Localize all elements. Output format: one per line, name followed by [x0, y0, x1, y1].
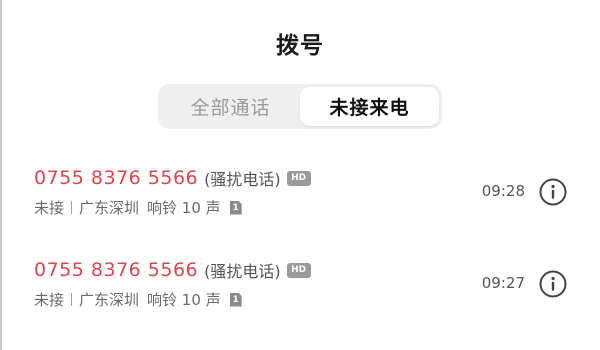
- tab-missed-calls[interactable]: 未接来电: [300, 87, 439, 126]
- hd-badge: HD: [286, 170, 311, 186]
- phone-number: 0755 8376 5566: [34, 167, 199, 189]
- page-title: 拨号: [276, 33, 324, 59]
- spam-tag: (骚扰电话): [204, 262, 281, 281]
- ring-count: 响铃 10 声: [147, 291, 221, 309]
- call-status: 未接: [34, 291, 65, 309]
- phone-number: 0755 8376 5566: [34, 259, 199, 281]
- sim-card-icon: 1: [229, 292, 242, 307]
- call-number-line: 0755 8376 5566 (骚扰电话) HD: [34, 166, 311, 190]
- call-number-line: 0755 8376 5566 (骚扰电话) HD: [34, 258, 311, 282]
- ring-count: 响铃 10 声: [147, 199, 221, 217]
- call-time: 09:28: [481, 182, 525, 200]
- info-circle-icon[interactable]: [538, 269, 568, 299]
- sim-card-icon: 1: [229, 200, 242, 215]
- spam-tag: (骚扰电话): [204, 170, 281, 189]
- call-filter-tabs: 全部通话 未接来电: [158, 84, 442, 129]
- separator: [71, 201, 73, 214]
- tab-all-calls[interactable]: 全部通话: [161, 87, 300, 126]
- call-time: 09:27: [481, 274, 525, 292]
- separator: [71, 293, 73, 306]
- call-detail-line: 未接 广东深圳 响铃 10 声 1: [34, 289, 242, 310]
- call-status: 未接: [34, 199, 65, 217]
- call-location: 广东深圳: [79, 199, 140, 217]
- call-log-row[interactable]: 0755 8376 5566 (骚扰电话) HD 未接 广东深圳 响铃 10 声…: [0, 252, 600, 330]
- call-location: 广东深圳: [79, 291, 140, 309]
- info-circle-icon[interactable]: [538, 177, 568, 207]
- call-detail-line: 未接 广东深圳 响铃 10 声 1: [34, 197, 242, 218]
- hd-badge: HD: [286, 262, 311, 278]
- call-log-row[interactable]: 0755 8376 5566 (骚扰电话) HD 未接 广东深圳 响铃 10 声…: [0, 160, 600, 238]
